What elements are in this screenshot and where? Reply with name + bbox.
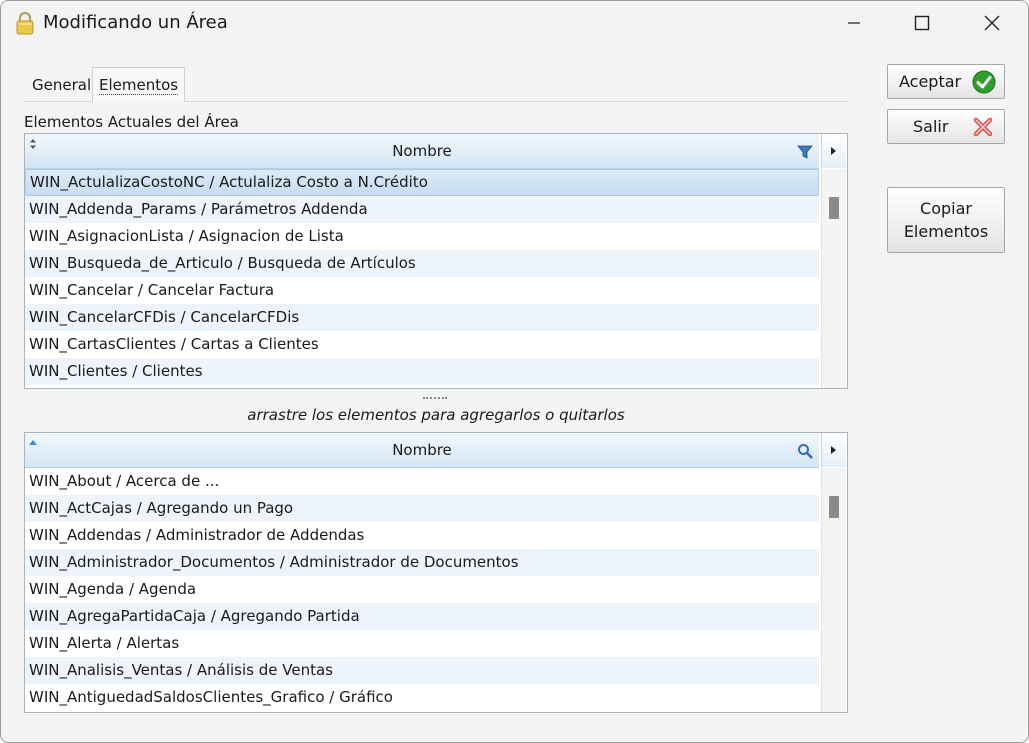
title-bar: Modificando un Área <box>1 1 1028 45</box>
exit-button[interactable]: Salir <box>887 109 1005 144</box>
magnifier-icon[interactable] <box>797 443 813 459</box>
list-rows: WIN_ActulalizaCostoNC / Actulaliza Costo… <box>25 169 819 385</box>
column-menu-button[interactable] <box>821 134 846 168</box>
list-item[interactable]: WIN_AntiguedadSaldosClientes_Grafico / G… <box>25 684 819 711</box>
list-item[interactable]: WIN_CartasClientes / Cartas a Clientes <box>25 331 819 358</box>
list-item[interactable]: WIN_About / Acerca de ... <box>25 468 819 495</box>
window-title: Modificando un Área <box>43 12 228 33</box>
scrollbar-thumb[interactable] <box>829 496 839 518</box>
accept-label: Aceptar <box>899 72 962 91</box>
list-item[interactable]: WIN_Agenda / Agenda <box>25 576 819 603</box>
maximize-button[interactable] <box>899 1 945 45</box>
maximize-icon <box>914 15 930 31</box>
tab-elementos[interactable]: Elementos <box>92 67 186 102</box>
check-circle-icon <box>972 70 996 94</box>
copy-label-line2: Elementos <box>903 222 989 241</box>
column-header-label: Nombre <box>392 441 452 459</box>
list-item[interactable]: WIN_Addenda_Params / Parámetros Addenda <box>25 196 819 223</box>
chevron-right-icon <box>831 446 836 454</box>
drag-hint: arrastre los elementos para agregarlos o… <box>247 406 625 424</box>
column-header-nombre[interactable]: Nombre <box>25 134 819 169</box>
list-item[interactable]: WIN_Cancelar / Cancelar Factura <box>25 277 819 304</box>
current-elements-label: Elementos Actuales del Área <box>24 113 239 131</box>
copy-label-line1: Copiar <box>920 199 972 218</box>
current-elements-list[interactable]: Nombre WIN_ActulalizaCostoNC / Actulaliz… <box>24 133 848 389</box>
copy-elements-button[interactable]: Copiar Elementos <box>887 187 1005 253</box>
column-header-nombre[interactable]: Nombre <box>25 433 819 468</box>
column-menu-button[interactable] <box>821 433 846 467</box>
exit-label: Salir <box>913 117 949 136</box>
list-item[interactable]: WIN_Clientes / Clientes <box>25 358 819 385</box>
list-rows: WIN_About / Acerca de ... WIN_ActCajas /… <box>25 468 819 711</box>
window: Modificando un Área General Elementos El… <box>0 0 1029 743</box>
list-item[interactable]: WIN_CancelarCFDis / CancelarCFDis <box>25 304 819 331</box>
scrollbar-thumb[interactable] <box>829 197 839 219</box>
lock-icon <box>15 11 35 35</box>
close-button[interactable] <box>969 1 1015 45</box>
tab-bar: General Elementos <box>24 67 848 102</box>
accept-button[interactable]: Aceptar <box>887 64 1005 99</box>
minimize-icon <box>848 22 860 24</box>
tab-general[interactable]: General <box>24 71 99 101</box>
x-icon <box>973 117 993 137</box>
chevron-right-icon <box>831 147 836 155</box>
list-item[interactable]: WIN_ActulalizaCostoNC / Actulaliza Costo… <box>25 169 819 196</box>
list-item[interactable]: WIN_Analisis_Ventas / Análisis de Ventas <box>25 657 819 684</box>
available-elements-list[interactable]: Nombre WIN_About / Acerca de ... WIN_Act… <box>24 432 848 713</box>
list-item[interactable]: WIN_Addendas / Administrador de Addendas <box>25 522 819 549</box>
minimize-button[interactable] <box>831 1 877 45</box>
vertical-scrollbar[interactable] <box>821 169 846 388</box>
splitter-handle[interactable] <box>423 397 447 404</box>
filter-icon[interactable] <box>797 144 813 160</box>
list-item[interactable]: WIN_AgregaPartidaCaja / Agregando Partid… <box>25 603 819 630</box>
vertical-scrollbar[interactable] <box>821 468 846 712</box>
list-item[interactable]: WIN_Alerta / Alertas <box>25 630 819 657</box>
list-item[interactable]: WIN_Busqueda_de_Articulo / Busqueda de A… <box>25 250 819 277</box>
list-item[interactable]: WIN_AsignacionLista / Asignacion de List… <box>25 223 819 250</box>
tab-elementos-label: Elementos <box>99 76 179 95</box>
column-header-label: Nombre <box>392 142 452 160</box>
list-item[interactable]: WIN_ActCajas / Agregando un Pago <box>25 495 819 522</box>
close-icon <box>984 15 1000 31</box>
list-item[interactable]: WIN_Administrador_Documentos / Administr… <box>25 549 819 576</box>
